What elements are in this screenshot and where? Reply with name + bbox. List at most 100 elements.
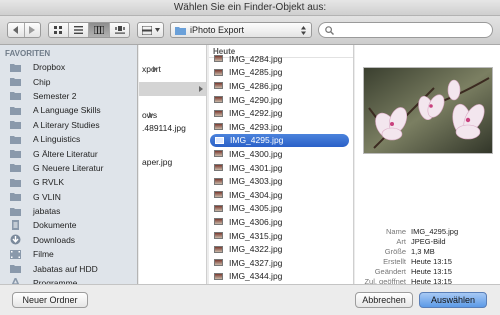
info-value: IMG_4295.jpg (411, 227, 459, 236)
sidebar-item[interactable]: Dropbox (0, 60, 137, 74)
list-item[interactable]: aper.jpg (139, 155, 172, 169)
columns-icon (94, 26, 104, 34)
info-value: 1,3 MB (411, 247, 435, 256)
file-row[interactable]: IMG_4322.jpg (209, 242, 353, 256)
sidebar-item[interactable]: Semester 2 (0, 89, 137, 103)
view-coverflow-button[interactable] (110, 23, 129, 37)
sidebar-item-label: Semester 2 (33, 90, 77, 101)
file-row[interactable]: IMG_4285.jpg (209, 66, 353, 80)
file-name: IMG_4290.jpg (229, 94, 283, 105)
sidebar-item[interactable]: Chip (0, 74, 137, 88)
file-name: IMG_4303.jpg (229, 176, 283, 187)
sidebar-item[interactable]: G RVLK (0, 175, 137, 189)
movies-icon (10, 249, 27, 259)
preview-pane: Name IMG_4295.jpg Art JPEG-Bild Größe 1,3 MB E… (355, 45, 500, 296)
folder-icon (10, 264, 27, 274)
image-thumbnail-icon (214, 82, 223, 90)
file-row[interactable]: IMG_4344.jpg (209, 270, 353, 284)
image-thumbnail-icon (214, 177, 223, 185)
view-list-button[interactable] (69, 23, 89, 37)
forward-button[interactable] (25, 23, 41, 37)
new-folder-button[interactable]: Neuer Ordner (12, 292, 88, 308)
file-row[interactable]: IMG_4301.jpg (209, 161, 353, 175)
sidebar-item[interactable]: jabatas (0, 204, 137, 218)
sidebar-item[interactable]: Downloads (0, 233, 137, 247)
image-thumbnail-icon (214, 96, 223, 104)
view-icons-button[interactable] (49, 23, 69, 37)
cancel-button[interactable]: Abbrechen (355, 292, 413, 308)
disclosure-arrow-icon (149, 112, 154, 118)
sidebar-item-label: G Neuere Literatur (33, 162, 104, 173)
file-name: IMG_4286.jpg (229, 80, 283, 91)
image-thumbnail-icon (214, 204, 223, 212)
folder-icon (10, 149, 27, 159)
file-row[interactable]: IMG_4303.jpg (209, 174, 353, 188)
file-name: IMG_4322.jpg (229, 244, 283, 255)
file-row[interactable]: IMG_4286.jpg (209, 79, 353, 93)
info-key: Erstellt (383, 257, 406, 266)
info-value: Heute 13:15 (411, 257, 452, 266)
folder-icon (10, 135, 27, 144)
updown-arrows-icon (301, 25, 306, 35)
file-row[interactable]: IMG_4293.jpg (209, 120, 353, 134)
view-columns-button[interactable] (89, 23, 110, 37)
sidebar-item-label: Dokumente (33, 220, 77, 231)
file-row[interactable]: IMG_4284.jpg (209, 52, 353, 66)
sidebar-item-label: G VLIN (33, 191, 61, 202)
list-item-label: aper.jpg (142, 157, 173, 167)
list-item[interactable]: ows (139, 108, 157, 122)
list-item[interactable]: .489114.jpg (139, 121, 186, 135)
file-row[interactable]: IMG_4315.jpg (209, 229, 353, 243)
sidebar-item[interactable]: G Ältere Literatur (0, 146, 137, 160)
image-thumbnail-icon (214, 232, 223, 240)
file-row[interactable]: IMG_4300.jpg (209, 147, 353, 161)
chevron-right-icon (29, 26, 36, 34)
image-thumbnail-icon (214, 109, 223, 117)
info-value: JPEG-Bild (411, 237, 446, 246)
info-key: Größe (384, 247, 406, 256)
folder-icon (10, 178, 27, 187)
sidebar-item-label: G Ältere Literatur (33, 148, 98, 159)
file-row[interactable]: IMG_4292.jpg (209, 106, 353, 120)
folder-icon (175, 26, 186, 35)
sidebar-item[interactable]: A Literary Studies (0, 118, 137, 132)
arrange-popup[interactable] (137, 22, 164, 38)
file-row[interactable]: IMG_4305.jpg (209, 202, 353, 216)
arrange-icon (142, 25, 152, 35)
choose-button[interactable]: Auswählen (419, 292, 487, 308)
sidebar-item[interactable]: Jabatas auf HDD (0, 261, 137, 275)
sidebar-item[interactable]: Filme (0, 247, 137, 261)
sidebar-item[interactable]: Programme (0, 276, 137, 284)
file-name: IMG_4344.jpg (229, 271, 283, 282)
sidebar-item[interactable]: Dokumente (0, 218, 137, 232)
search-input[interactable] (318, 22, 493, 38)
image-thumbnail-icon (214, 123, 223, 131)
file-row-selected[interactable]: IMG_4295.jpg (210, 133, 349, 148)
file-name: IMG_4285.jpg (229, 67, 283, 78)
sidebar-item-label: Chip (33, 76, 51, 87)
sidebar-item[interactable]: G Neuere Literatur (0, 161, 137, 175)
image-thumbnail-icon (214, 191, 223, 199)
image-thumbnail-icon (214, 218, 223, 226)
file-column: Heute IMG_4284.jpg IMG_4285.jpg IMG_4286.j… (209, 45, 354, 284)
location-popup[interactable]: iPhoto Export (170, 22, 312, 38)
file-row[interactable]: IMG_4327.jpg (209, 256, 353, 270)
folder-icon (10, 192, 27, 202)
file-row[interactable]: IMG_4290.jpg (209, 93, 353, 107)
file-name: IMG_4300.jpg (229, 148, 283, 159)
sidebar-item[interactable]: G VLIN (0, 190, 137, 204)
list-item-selected[interactable] (139, 82, 206, 96)
back-button[interactable] (8, 23, 25, 37)
list-icon (74, 26, 83, 34)
toolbar: iPhoto Export (0, 16, 500, 45)
folder-icon (10, 77, 27, 87)
sidebar-item[interactable]: A Language Skills (0, 103, 137, 117)
sidebar-item[interactable]: A Linguistics (0, 132, 137, 146)
file-row[interactable]: IMG_4304.jpg (209, 188, 353, 202)
file-row[interactable]: IMG_4306.jpg (209, 215, 353, 229)
search-icon (325, 26, 334, 35)
parent-column: xport ows .489114.jpg aper.jpg (139, 45, 207, 284)
file-name: IMG_4304.jpg (229, 189, 283, 200)
list-item[interactable]: xport (139, 62, 161, 76)
file-name: IMG_4292.jpg (229, 108, 283, 119)
